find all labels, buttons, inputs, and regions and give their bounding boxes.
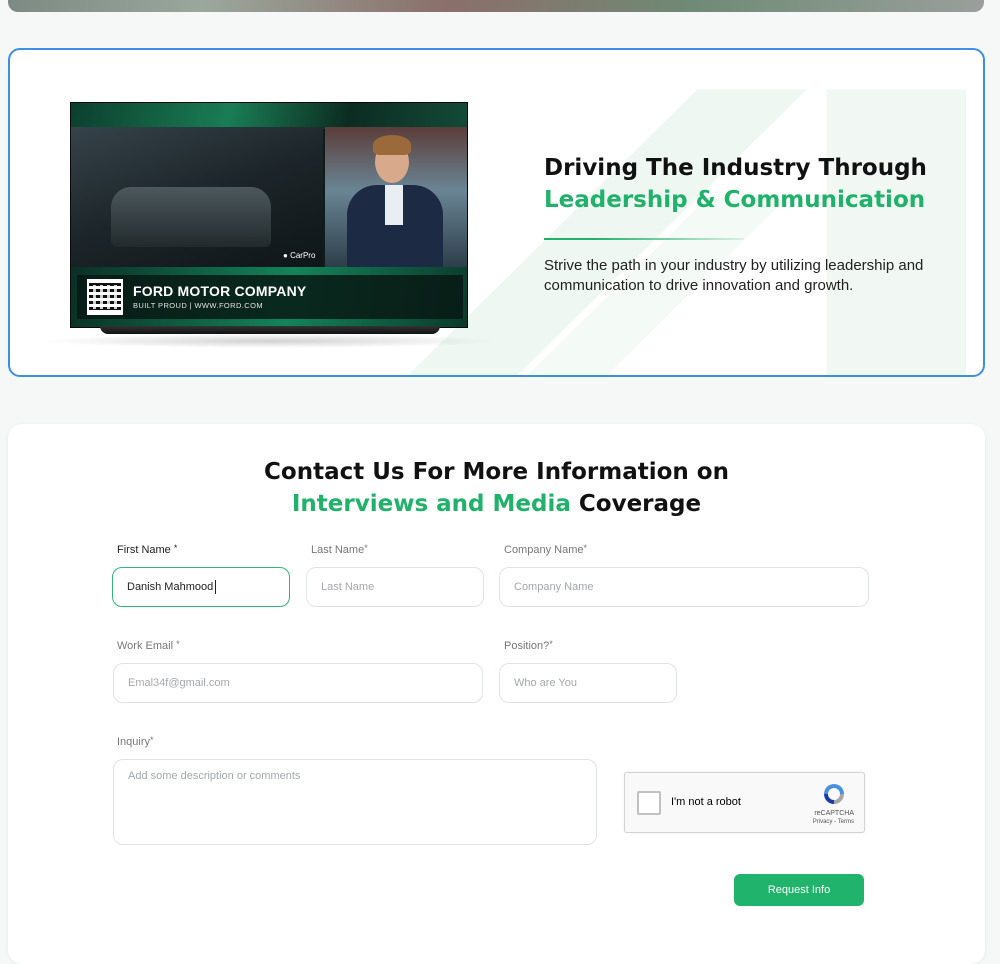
recaptcha-links[interactable]: Privacy - Terms xyxy=(813,819,854,825)
tv-screen: ● CarPro FORD MOTOR COMPANY BUILT PROUD … xyxy=(70,102,468,328)
hero-text-block: Driving The Industry Through Leadership … xyxy=(544,152,964,296)
first-name-value: Danish Mahmood xyxy=(127,581,214,593)
inquiry-field[interactable] xyxy=(113,759,597,845)
recaptcha-logo-icon xyxy=(824,784,844,804)
hero-divider xyxy=(544,238,744,240)
form-title-rest: Coverage xyxy=(578,491,702,517)
hero-description: Strive the path in your industry by util… xyxy=(544,257,924,294)
position-field[interactable] xyxy=(499,663,677,703)
contact-form-card: Contact Us For More Information on Inter… xyxy=(8,424,985,964)
last-name-input[interactable] xyxy=(321,581,469,593)
lower-third-banner: FORD MOTOR COMPANY BUILT PROUD | WWW.FOR… xyxy=(71,267,467,327)
screen-header-stripes xyxy=(71,103,467,129)
form-title-line2: Interviews and Media Coverage xyxy=(8,488,985,520)
required-mark: * xyxy=(173,543,178,553)
tv-shadow xyxy=(40,334,500,348)
inquiry-label: Inquiry* xyxy=(117,735,154,748)
hero-section: ● CarPro FORD MOTOR COMPANY BUILT PROUD … xyxy=(8,48,985,377)
required-mark: * xyxy=(150,735,154,745)
required-mark: * xyxy=(364,543,368,553)
lower-third-inner: FORD MOTOR COMPANY BUILT PROUD | WWW.FOR… xyxy=(77,275,463,319)
company-name-field[interactable] xyxy=(499,567,869,607)
work-email-field[interactable] xyxy=(113,663,483,703)
presenter-shirt xyxy=(385,185,403,225)
tv-mockup: ● CarPro FORD MOTOR COMPANY BUILT PROUD … xyxy=(40,102,500,348)
qr-code-icon xyxy=(87,279,123,315)
presenter-hair xyxy=(373,135,411,155)
brand-badge: ● CarPro xyxy=(283,251,316,260)
hero-title-line2: Leadership & Communication xyxy=(544,187,926,213)
required-mark: * xyxy=(583,543,587,553)
request-info-button[interactable]: Request Info xyxy=(734,874,864,906)
hero-title-line1: Driving The Industry Through xyxy=(544,155,927,181)
company-name: FORD MOTOR COMPANY xyxy=(133,283,307,299)
text-caret xyxy=(215,580,217,594)
first-name-label: First Name * xyxy=(117,543,178,556)
position-label: Position?* xyxy=(504,639,553,652)
recaptcha-checkbox[interactable] xyxy=(637,791,661,815)
form-title-line1: Contact Us For More Information on xyxy=(264,459,729,485)
work-email-label: Work Email * xyxy=(117,639,180,652)
recaptcha-widget: I'm not a robot reCAPTCHA Privacy - Term… xyxy=(624,772,865,833)
company-name-label: Company Name* xyxy=(504,543,587,556)
recaptcha-brand: reCAPTCHA xyxy=(814,810,854,817)
last-name-field[interactable] xyxy=(306,567,484,607)
presenter-image xyxy=(325,127,467,275)
first-name-field[interactable]: Danish Mahmood xyxy=(112,567,290,607)
car-interior-image xyxy=(71,127,323,267)
form-title-highlight: Interviews and Media xyxy=(291,491,571,517)
work-email-input[interactable] xyxy=(128,677,468,689)
top-banner-image xyxy=(8,0,984,12)
last-name-label: Last Name* xyxy=(311,543,368,556)
company-name-input[interactable] xyxy=(514,581,854,593)
required-mark: * xyxy=(176,639,180,649)
recaptcha-label: I'm not a robot xyxy=(671,796,741,808)
company-tagline: BUILT PROUD | WWW.FORD.COM xyxy=(133,301,263,310)
form-title: Contact Us For More Information on Inter… xyxy=(8,456,985,520)
required-mark: * xyxy=(549,639,553,649)
position-input[interactable] xyxy=(514,677,662,689)
car-console-shape xyxy=(111,187,271,247)
inquiry-textarea[interactable] xyxy=(128,770,582,840)
tv-stand xyxy=(100,326,440,334)
